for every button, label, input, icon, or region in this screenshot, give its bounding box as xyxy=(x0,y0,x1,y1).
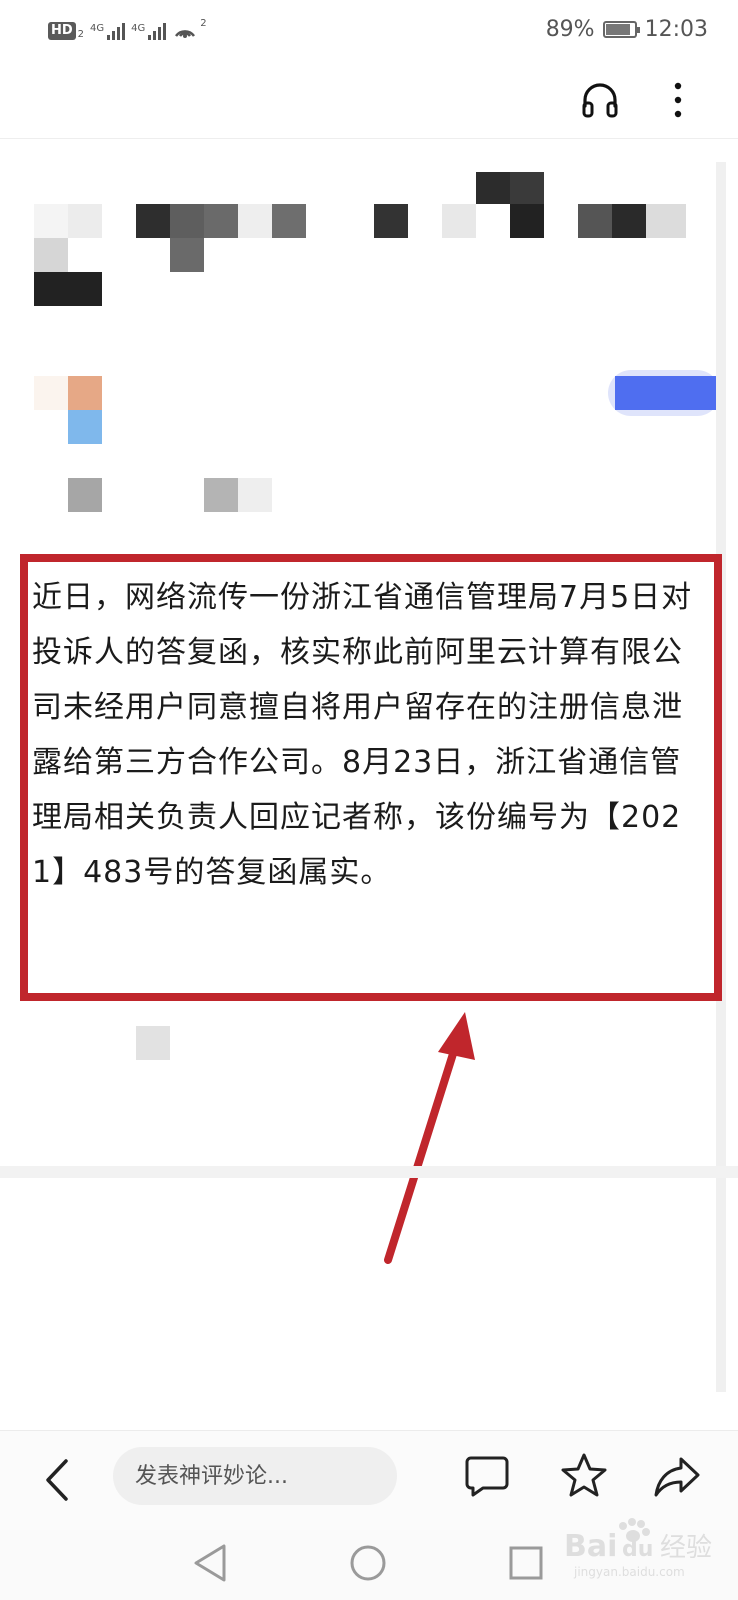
favorite-star-icon[interactable] xyxy=(561,1452,607,1498)
comment-icon[interactable] xyxy=(465,1454,509,1498)
section-divider xyxy=(0,1166,738,1178)
nav-home-icon[interactable] xyxy=(347,1542,389,1584)
annotation-arrow xyxy=(384,1012,475,1264)
watermark-brand: Bai xyxy=(564,1529,617,1564)
comment-input[interactable] xyxy=(113,1447,397,1505)
back-icon[interactable] xyxy=(42,1457,72,1503)
watermark-brand-suffix: du xyxy=(622,1537,653,1562)
watermark-url: jingyan.baidu.com xyxy=(573,1565,685,1579)
watermark-product: 经验 xyxy=(660,1533,712,1563)
share-icon[interactable] xyxy=(654,1453,700,1499)
baidu-jingyan-watermark: Bai du 经验 jingyan.baidu.com xyxy=(564,1518,712,1579)
nav-recent-apps-icon[interactable] xyxy=(506,1543,546,1583)
nav-back-icon[interactable] xyxy=(190,1542,232,1584)
